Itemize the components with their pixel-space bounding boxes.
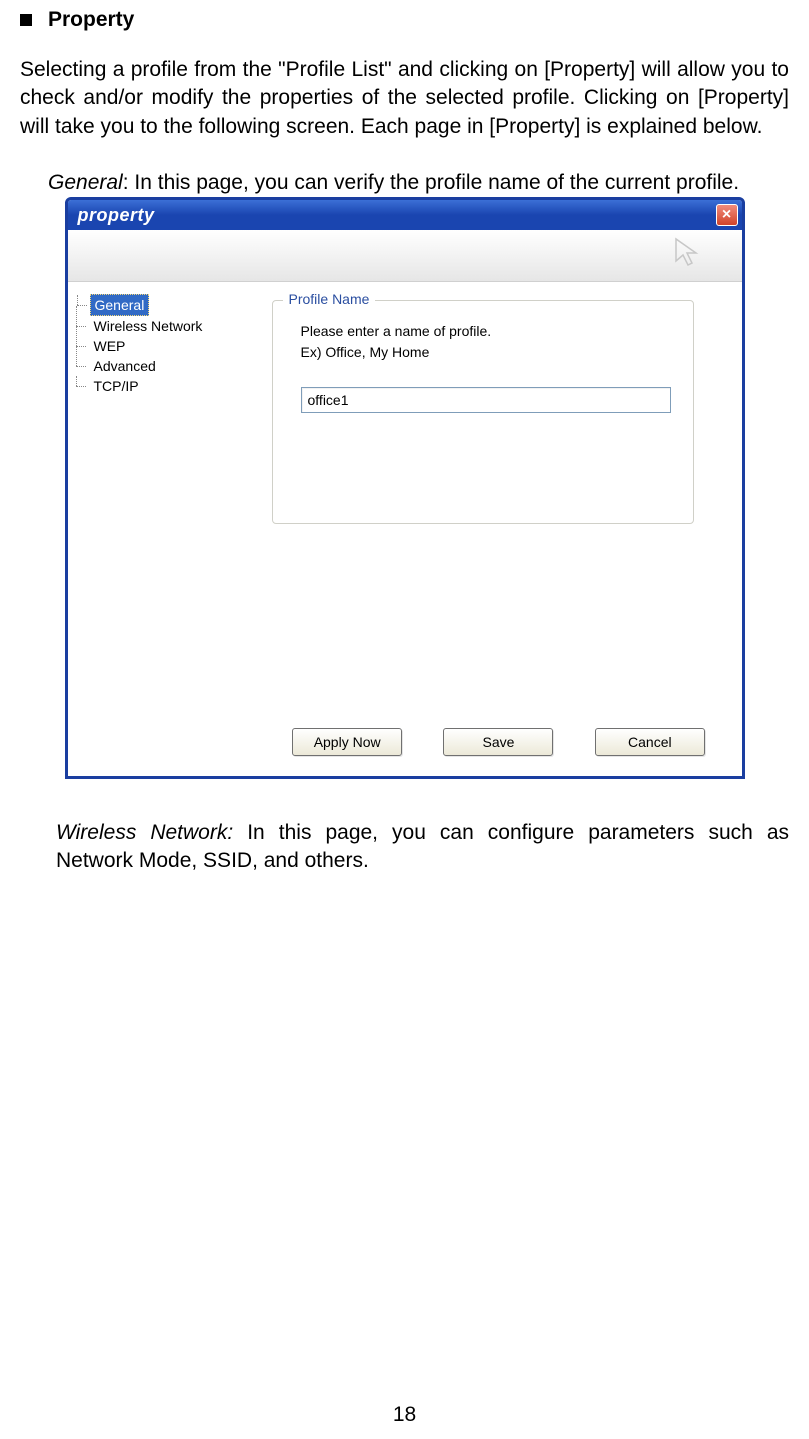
tree-label: Wireless Network [94, 318, 203, 334]
tree-label: Advanced [94, 358, 156, 374]
tree-item-general[interactable]: General [90, 294, 150, 316]
cancel-button[interactable]: Cancel [595, 728, 705, 756]
heading-text: Property [48, 8, 134, 32]
cursor-icon [672, 235, 708, 276]
page-number: 18 [393, 1403, 416, 1427]
content-area: General Wireless Network WEP Advanced TC… [68, 282, 742, 712]
tree-label: TCP/IP [94, 378, 139, 394]
tree-item-tcpip[interactable]: TCP/IP [90, 376, 242, 396]
tree-label: WEP [94, 338, 126, 354]
bullet-icon [20, 14, 32, 26]
close-icon: × [722, 206, 731, 224]
tree-item-advanced[interactable]: Advanced [90, 356, 242, 376]
apply-now-button[interactable]: Apply Now [292, 728, 402, 756]
window-title: property [78, 205, 155, 226]
property-window: property × General Wireless Network WEP … [65, 197, 745, 779]
save-button[interactable]: Save [443, 728, 553, 756]
window-toolbar [68, 230, 742, 282]
desc-line-2: Ex) Office, My Home [301, 342, 671, 363]
profile-name-input[interactable] [301, 387, 671, 413]
general-label: General [48, 171, 123, 194]
general-description: General: In this page, you can verify th… [20, 171, 789, 195]
button-row: Apply Now Save Cancel [68, 712, 742, 776]
window-body: General Wireless Network WEP Advanced TC… [68, 230, 742, 776]
wireless-label: Wireless Network: [56, 821, 233, 844]
tree-item-wireless-network[interactable]: Wireless Network [90, 316, 242, 336]
desc-line-1: Please enter a name of profile. [301, 321, 671, 342]
field-description: Please enter a name of profile. Ex) Offi… [301, 321, 671, 363]
right-panel: Profile Name Please enter a name of prof… [248, 282, 742, 712]
profile-name-fieldset: Profile Name Please enter a name of prof… [272, 300, 694, 524]
wireless-network-paragraph: Wireless Network: In this page, you can … [20, 819, 789, 876]
general-rest: : In this page, you can verify the profi… [123, 171, 739, 194]
intro-paragraph: Selecting a profile from the "Profile Li… [20, 56, 789, 141]
tree-item-wep[interactable]: WEP [90, 336, 242, 356]
tree-label: General [95, 297, 145, 313]
section-heading: Property [20, 8, 789, 32]
fieldset-legend: Profile Name [283, 291, 376, 307]
window-titlebar: property × [68, 200, 742, 230]
close-button[interactable]: × [716, 204, 738, 226]
nav-tree: General Wireless Network WEP Advanced TC… [68, 282, 248, 712]
